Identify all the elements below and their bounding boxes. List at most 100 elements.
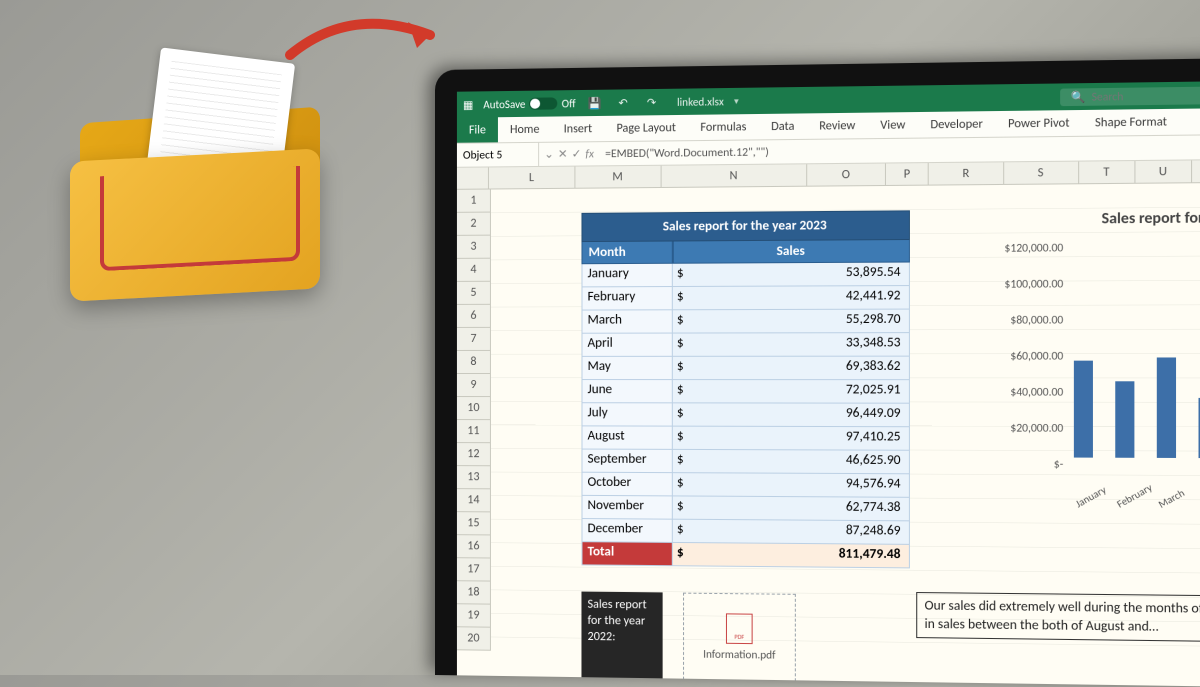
table-row[interactable]: September$46,625.90	[581, 450, 909, 475]
value-cell: 87,248.69	[695, 520, 910, 545]
table-row[interactable]: March$55,298.70	[581, 310, 909, 334]
month-cell: June	[581, 380, 672, 403]
month-cell: April	[581, 334, 672, 357]
name-box[interactable]: Object 5	[457, 143, 539, 167]
embedded-pdf-object[interactable]: Information.pdf	[683, 593, 796, 682]
col-sales: Sales	[673, 240, 910, 264]
sales-table[interactable]: Sales report for the year 2023 Month Sal…	[581, 210, 909, 568]
col-header[interactable]: M	[575, 166, 661, 188]
tab-view[interactable]: View	[868, 112, 918, 138]
row-header[interactable]: 1	[457, 190, 491, 213]
tab-file[interactable]: File	[457, 117, 498, 143]
table-row[interactable]: April$33,348.53	[581, 333, 909, 357]
worksheet-grid[interactable]: 1234567891011121314151617181920 Sales re…	[457, 183, 1200, 661]
embedded-word-object[interactable]: Sales report for the year 2022:	[581, 592, 662, 680]
value-cell: 55,298.70	[695, 310, 910, 334]
row-header[interactable]: 13	[457, 466, 491, 489]
row-header[interactable]: 8	[457, 351, 491, 374]
col-header[interactable]: O	[807, 164, 886, 186]
tab-power-pivot[interactable]: Power Pivot	[995, 110, 1082, 137]
month-cell: December	[581, 519, 672, 543]
tab-developer[interactable]: Developer	[918, 111, 996, 138]
row-header[interactable]: 14	[457, 489, 491, 512]
table-row[interactable]: June$72,025.91	[581, 380, 909, 404]
col-header[interactable]: V	[1192, 160, 1200, 182]
currency-symbol: $	[673, 380, 695, 403]
table-row[interactable]: August$97,410.25	[581, 426, 909, 450]
formula-input[interactable]: =EMBED("Word.Document.12","")	[599, 145, 775, 161]
total-label: Total	[581, 542, 672, 566]
currency-symbol: $	[673, 334, 695, 357]
row-header[interactable]: 9	[457, 374, 491, 397]
row-header[interactable]: 7	[457, 328, 491, 351]
tab-home[interactable]: Home	[498, 117, 552, 143]
row-header[interactable]: 17	[457, 558, 491, 581]
row-header[interactable]: 12	[457, 443, 491, 466]
undo-icon[interactable]: ↶	[614, 96, 632, 109]
col-header[interactable]: L	[489, 167, 575, 189]
col-header[interactable]: R	[929, 162, 1004, 184]
chart-y-axis: $120,000.00$100,000.00$80,000.00$60,000.…	[994, 241, 1070, 494]
month-cell: July	[581, 403, 672, 426]
tab-insert[interactable]: Insert	[552, 116, 605, 142]
tab-review[interactable]: Review	[807, 113, 868, 139]
row-header[interactable]: 2	[457, 213, 491, 236]
chart-bars	[1073, 240, 1200, 459]
month-cell: January	[581, 264, 672, 288]
row-header[interactable]: 19	[457, 604, 491, 627]
table-row[interactable]: May$69,383.62	[581, 357, 909, 381]
currency-symbol: $	[673, 473, 695, 496]
table-row[interactable]: November$62,774.38	[581, 496, 909, 521]
tab-page-layout[interactable]: Page Layout	[604, 115, 688, 141]
chart-bar	[1074, 360, 1093, 457]
row-header[interactable]: 5	[457, 282, 491, 305]
month-cell: August	[581, 426, 672, 450]
redo-icon[interactable]: ↷	[642, 95, 660, 108]
value-cell: 33,348.53	[695, 333, 910, 357]
filename[interactable]: linked.xlsx	[677, 95, 724, 109]
month-cell: February	[581, 287, 672, 311]
row-header[interactable]: 18	[457, 581, 491, 604]
chevron-down-icon[interactable]: ▾	[734, 95, 739, 106]
text-note[interactable]: Our sales did extremely well during the …	[916, 592, 1200, 643]
table-row[interactable]: February$42,441.92	[581, 286, 909, 311]
table-row[interactable]: October$94,576.94	[581, 473, 909, 498]
excel-window: ▦ AutoSave Off 💾 ↶ ↷ linked.xlsx ▾ 🔍 Fil…	[457, 81, 1200, 686]
y-tick: $60,000.00	[994, 349, 1070, 385]
search-box[interactable]: 🔍	[1060, 86, 1200, 106]
col-header[interactable]: N	[661, 164, 807, 187]
row-header[interactable]: 20	[457, 627, 491, 650]
search-input[interactable]	[1092, 88, 1200, 103]
chart-bar	[1115, 381, 1134, 458]
tab-shape-format[interactable]: Shape Format	[1082, 109, 1180, 136]
table-row[interactable]: January$53,895.54	[581, 263, 909, 288]
row-header[interactable]: 4	[457, 259, 491, 282]
tab-formulas[interactable]: Formulas	[688, 114, 759, 140]
row-header[interactable]: 3	[457, 236, 491, 259]
fx-icon[interactable]: fx	[585, 147, 594, 161]
search-icon: 🔍	[1071, 90, 1086, 104]
col-header[interactable]: P	[886, 163, 929, 185]
row-header[interactable]: 15	[457, 512, 491, 535]
tab-data[interactable]: Data	[759, 113, 807, 139]
chevron-down-icon[interactable]: ⌄	[544, 147, 554, 162]
col-header[interactable]: T	[1079, 161, 1135, 183]
sales-chart[interactable]: Sales report for $120,000.00$100,000.00$…	[994, 208, 1200, 514]
col-header[interactable]: S	[1004, 162, 1079, 184]
enter-icon[interactable]: ✓	[572, 146, 582, 161]
row-header[interactable]: 10	[457, 397, 491, 420]
autosave-label: AutoSave	[483, 97, 525, 111]
row-header[interactable]: 11	[457, 420, 491, 443]
table-row[interactable]: July$96,449.09	[581, 403, 909, 427]
cancel-icon[interactable]: ✕	[558, 147, 568, 162]
row-header[interactable]: 16	[457, 535, 491, 558]
col-header[interactable]: U	[1135, 160, 1192, 182]
autosave-toggle[interactable]: AutoSave Off	[483, 97, 575, 111]
month-cell: May	[581, 357, 672, 380]
month-cell: November	[581, 496, 672, 520]
row-header[interactable]: 6	[457, 305, 491, 328]
arrow-icon	[280, 0, 460, 90]
table-row[interactable]: December$87,248.69	[581, 519, 909, 545]
save-icon[interactable]: 💾	[586, 96, 604, 109]
select-all-corner[interactable]	[457, 167, 489, 188]
